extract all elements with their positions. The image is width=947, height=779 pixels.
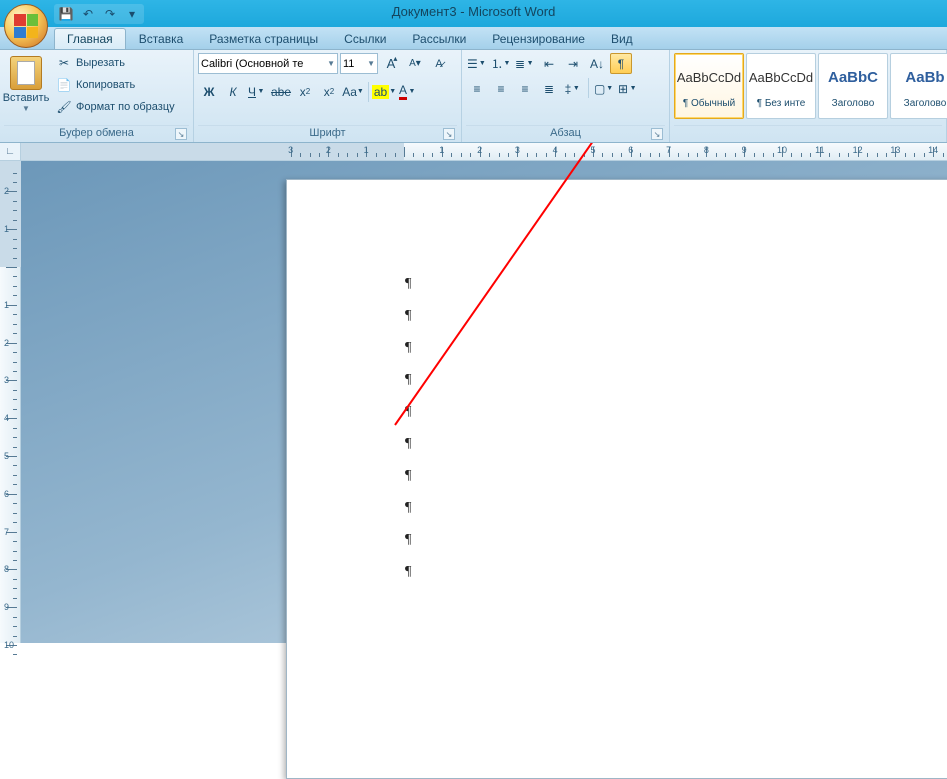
font-size-combo[interactable]: 11▼ bbox=[340, 53, 378, 74]
highlight-button[interactable]: ab▼ bbox=[373, 81, 395, 102]
paragraph-group-label: Абзац bbox=[550, 127, 581, 139]
style-name: Заголово bbox=[832, 94, 875, 112]
bold-button[interactable]: Ж bbox=[198, 81, 220, 102]
font-name-value: Calibri (Основной те bbox=[201, 58, 303, 70]
style-name: ¶ Без инте bbox=[757, 94, 806, 112]
workspace: ∟ 3211234567891011121314 2112345678910 ¶… bbox=[0, 143, 947, 643]
paste-button[interactable]: Вставить ▼ bbox=[4, 53, 48, 116]
tab-references[interactable]: Ссылки bbox=[331, 28, 399, 49]
grow-font-button[interactable]: A▴ bbox=[380, 53, 402, 74]
style-preview: AaBbCcDd bbox=[677, 60, 741, 94]
quick-access-toolbar: 💾 ↶ ↷ ▾ bbox=[54, 4, 144, 24]
clipboard-launcher[interactable]: ↘ bbox=[175, 128, 187, 140]
style-normal[interactable]: AaBbCcDd ¶ Обычный bbox=[674, 53, 744, 119]
style-preview: AaBbCcDd bbox=[749, 60, 813, 94]
paragraph-mark: ¶ bbox=[405, 492, 947, 524]
justify-button[interactable]: ≣ bbox=[538, 78, 560, 99]
clear-formatting-button[interactable]: A̷ bbox=[428, 53, 450, 74]
font-name-combo[interactable]: Calibri (Основной те▼ bbox=[198, 53, 338, 74]
line-spacing-button[interactable]: ‡▼ bbox=[562, 78, 584, 99]
brush-icon: 🖌 bbox=[56, 99, 72, 115]
ribbon-tabs: Главная Вставка Разметка страницы Ссылки… bbox=[0, 27, 947, 50]
tab-home[interactable]: Главная bbox=[54, 28, 126, 49]
font-size-value: 11 bbox=[343, 58, 354, 70]
numbering-button[interactable]: ⒈▼ bbox=[490, 53, 512, 74]
multilevel-button[interactable]: ≣▼ bbox=[514, 53, 536, 74]
align-right-button[interactable]: ≡ bbox=[514, 78, 536, 99]
document-page[interactable]: ¶¶¶¶¶¶¶¶¶¶ bbox=[286, 179, 947, 779]
italic-button[interactable]: К bbox=[222, 81, 244, 102]
cut-label: Вырезать bbox=[76, 57, 125, 69]
tab-view[interactable]: Вид bbox=[598, 28, 646, 49]
save-button[interactable]: 💾 bbox=[58, 6, 74, 22]
redo-button[interactable]: ↷ bbox=[102, 6, 118, 22]
clipboard-group-label: Буфер обмена bbox=[59, 127, 134, 139]
align-left-button[interactable]: ≡ bbox=[466, 78, 488, 99]
tab-page-layout[interactable]: Разметка страницы bbox=[196, 28, 331, 49]
borders-button[interactable]: ⊞▼ bbox=[617, 78, 639, 99]
copy-button[interactable]: 📄 Копировать bbox=[51, 75, 180, 95]
office-button[interactable] bbox=[4, 4, 48, 48]
shrink-font-button[interactable]: A▾ bbox=[404, 53, 426, 74]
paragraph-mark: ¶ bbox=[405, 524, 947, 556]
font-launcher[interactable]: ↘ bbox=[443, 128, 455, 140]
copy-label: Копировать bbox=[76, 79, 135, 91]
change-case-button[interactable]: Aa▼ bbox=[342, 81, 364, 102]
style-name: Заголово bbox=[904, 94, 947, 112]
style-name: ¶ Обычный bbox=[683, 94, 735, 112]
subscript-button[interactable]: x2 bbox=[294, 81, 316, 102]
paragraph-mark: ¶ bbox=[405, 268, 947, 300]
show-paragraph-marks-button[interactable]: ¶ bbox=[610, 53, 632, 74]
window-title: Документ3 - Microsoft Word bbox=[392, 4, 556, 19]
ribbon: Вставить ▼ ✂ Вырезать 📄 Копировать 🖌 Формат… bbox=[0, 50, 947, 143]
ruler-corner[interactable]: ∟ bbox=[0, 143, 21, 161]
paragraph-mark: ¶ bbox=[405, 364, 947, 396]
format-painter-button[interactable]: 🖌 Формат по образцу bbox=[51, 97, 180, 117]
increase-indent-button[interactable]: ⇥ bbox=[562, 53, 584, 74]
copy-icon: 📄 bbox=[56, 77, 72, 93]
superscript-button[interactable]: x2 bbox=[318, 81, 340, 102]
vertical-ruler[interactable]: 2112345678910 bbox=[0, 161, 21, 643]
paragraph-mark: ¶ bbox=[405, 556, 947, 588]
align-center-button[interactable]: ≡ bbox=[490, 78, 512, 99]
bullets-button[interactable]: ☰▼ bbox=[466, 53, 488, 74]
tab-review[interactable]: Рецензирование bbox=[479, 28, 598, 49]
font-color-button[interactable]: A▼ bbox=[397, 81, 419, 102]
format-painter-label: Формат по образцу bbox=[76, 101, 175, 113]
underline-button[interactable]: Ч▼ bbox=[246, 81, 268, 102]
sort-button[interactable]: A↓ bbox=[586, 53, 608, 74]
style-heading1[interactable]: AaBbC Заголово bbox=[818, 53, 888, 119]
decrease-indent-button[interactable]: ⇤ bbox=[538, 53, 560, 74]
paragraph-mark: ¶ bbox=[405, 428, 947, 460]
tab-mailings[interactable]: Рассылки bbox=[399, 28, 479, 49]
tab-insert[interactable]: Вставка bbox=[126, 28, 197, 49]
paragraph-launcher[interactable]: ↘ bbox=[651, 128, 663, 140]
font-group-label: Шрифт bbox=[309, 127, 345, 139]
strikethrough-button[interactable]: abe bbox=[270, 81, 292, 102]
paragraph-mark: ¶ bbox=[405, 332, 947, 364]
style-no-spacing[interactable]: AaBbCcDd ¶ Без инте bbox=[746, 53, 816, 119]
scissors-icon: ✂ bbox=[56, 55, 72, 71]
style-preview: AaBbC bbox=[828, 60, 878, 94]
style-heading2[interactable]: AaBb Заголово bbox=[890, 53, 947, 119]
cut-button[interactable]: ✂ Вырезать bbox=[51, 53, 180, 73]
qat-customize[interactable]: ▾ bbox=[124, 6, 140, 22]
paste-label: Вставить bbox=[3, 92, 50, 104]
paragraph-mark: ¶ bbox=[405, 460, 947, 492]
horizontal-ruler[interactable]: 3211234567891011121314 bbox=[21, 143, 947, 161]
office-logo-icon bbox=[14, 14, 38, 38]
paragraph-mark: ¶ bbox=[405, 396, 947, 428]
style-preview: AaBb bbox=[905, 60, 944, 94]
undo-button[interactable]: ↶ bbox=[80, 6, 96, 22]
shading-button[interactable]: ▢▼ bbox=[593, 78, 615, 99]
paragraph-mark: ¶ bbox=[405, 300, 947, 332]
styles-gallery[interactable]: AaBbCcDd ¶ Обычный AaBbCcDd ¶ Без инте A… bbox=[674, 53, 947, 119]
paste-icon bbox=[10, 56, 42, 90]
